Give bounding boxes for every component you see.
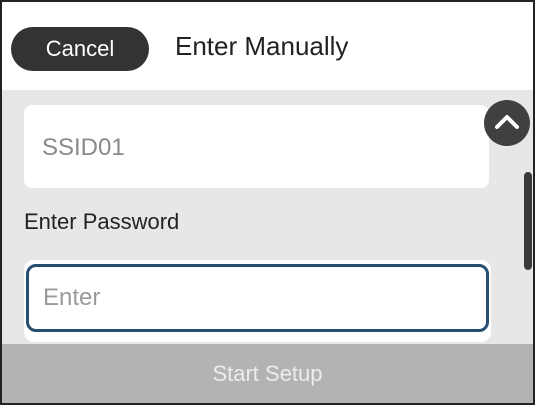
start-setup-button[interactable]: Start Setup [2, 344, 533, 403]
cancel-button[interactable]: Cancel [11, 27, 149, 71]
screen: Cancel Enter Manually SSID01 Enter Passw… [0, 0, 535, 405]
ssid-field[interactable]: SSID01 [24, 105, 489, 188]
password-input[interactable]: Enter [26, 264, 489, 332]
password-field-container: Enter [24, 260, 491, 342]
ssid-value: SSID01 [42, 134, 125, 161]
password-label: Enter Password [24, 209, 180, 234]
scroll-up-button[interactable] [484, 100, 530, 146]
chevron-up-icon [495, 115, 519, 129]
content-area: SSID01 Enter Password Enter [2, 90, 533, 344]
scrollbar-thumb[interactable] [524, 172, 532, 270]
header-bar: Cancel Enter Manually [2, 2, 533, 90]
password-placeholder: Enter [43, 284, 101, 311]
page-title: Enter Manually [175, 31, 349, 61]
